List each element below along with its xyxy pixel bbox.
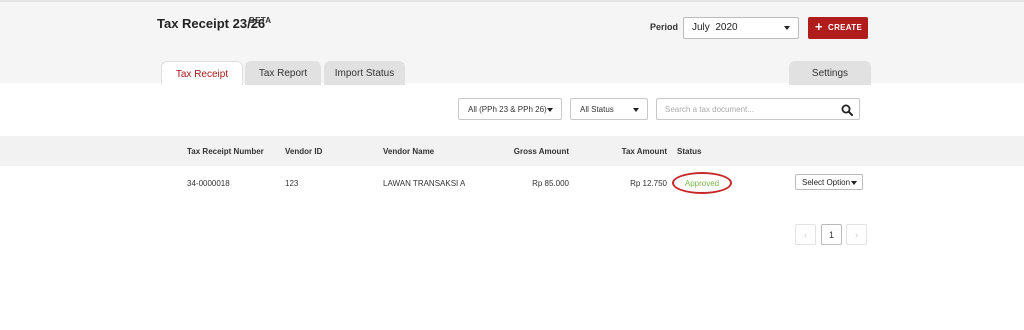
chevron-down-icon <box>784 26 790 30</box>
row-action-label: Select Option <box>802 178 851 187</box>
period-select[interactable]: July 2020 <box>683 17 799 39</box>
create-label: CREATE <box>828 23 863 32</box>
cell-tax-receipt-number[interactable]: 34-0000018 <box>187 179 230 188</box>
pagination-page-button[interactable]: 1 <box>821 224 842 245</box>
col-tax-amount: Tax Amount <box>621 147 667 156</box>
cell-tax-amount: Rp 12.750 <box>630 179 667 188</box>
row-action-select[interactable]: Select Option <box>795 174 863 190</box>
period-label: Period <box>650 22 679 32</box>
col-vendor-name: Vendor Name <box>383 147 435 156</box>
search-input[interactable] <box>665 102 835 116</box>
chevron-down-icon <box>633 108 639 112</box>
period-value: July 2020 <box>692 22 738 33</box>
col-tax-receipt-number: Tax Receipt Number <box>187 147 264 156</box>
tab-tax-report[interactable]: Tax Report <box>245 61 321 85</box>
chevron-down-icon <box>547 108 553 112</box>
cell-gross-amount: Rp 85.000 <box>532 179 569 188</box>
beta-badge: BETA <box>249 16 272 25</box>
chevron-down-icon <box>851 181 857 185</box>
tab-label: Tax Report <box>258 68 308 79</box>
plus-icon: + <box>815 19 823 34</box>
tab-settings[interactable]: Settings <box>789 61 871 85</box>
page-header: Tax Receipt 23/26 BETA Period July 2020 … <box>0 0 1024 85</box>
status-badge: Approved <box>672 172 732 194</box>
tax-type-value: All (PPh 23 & PPh 26) <box>468 105 547 114</box>
tab-label: Settings <box>811 68 849 79</box>
tax-type-filter[interactable]: All (PPh 23 & PPh 26) <box>458 98 562 120</box>
col-status: Status <box>677 147 702 156</box>
table-header: Tax Receipt Number Vendor ID Vendor Name… <box>0 136 1024 166</box>
tab-tax-receipt[interactable]: Tax Receipt <box>161 61 243 85</box>
cell-vendor-name: LAWAN TRANSAKSI A <box>383 179 466 188</box>
tab-label: Tax Receipt <box>175 69 229 80</box>
search-icon[interactable] <box>841 103 853 121</box>
search-box <box>656 98 860 120</box>
status-filter[interactable]: All Status <box>570 98 648 120</box>
create-button[interactable]: + CREATE <box>808 17 868 39</box>
pagination-prev-button[interactable]: ‹ <box>795 224 816 245</box>
tab-import-status[interactable]: Import Status <box>324 61 405 85</box>
tab-label: Import Status <box>334 68 395 79</box>
pagination-next-button[interactable]: › <box>846 224 867 245</box>
col-gross-amount: Gross Amount <box>513 147 569 156</box>
cell-vendor-id: 123 <box>285 179 299 188</box>
status-filter-value: All Status <box>580 105 614 114</box>
col-vendor-id: Vendor ID <box>285 147 323 156</box>
